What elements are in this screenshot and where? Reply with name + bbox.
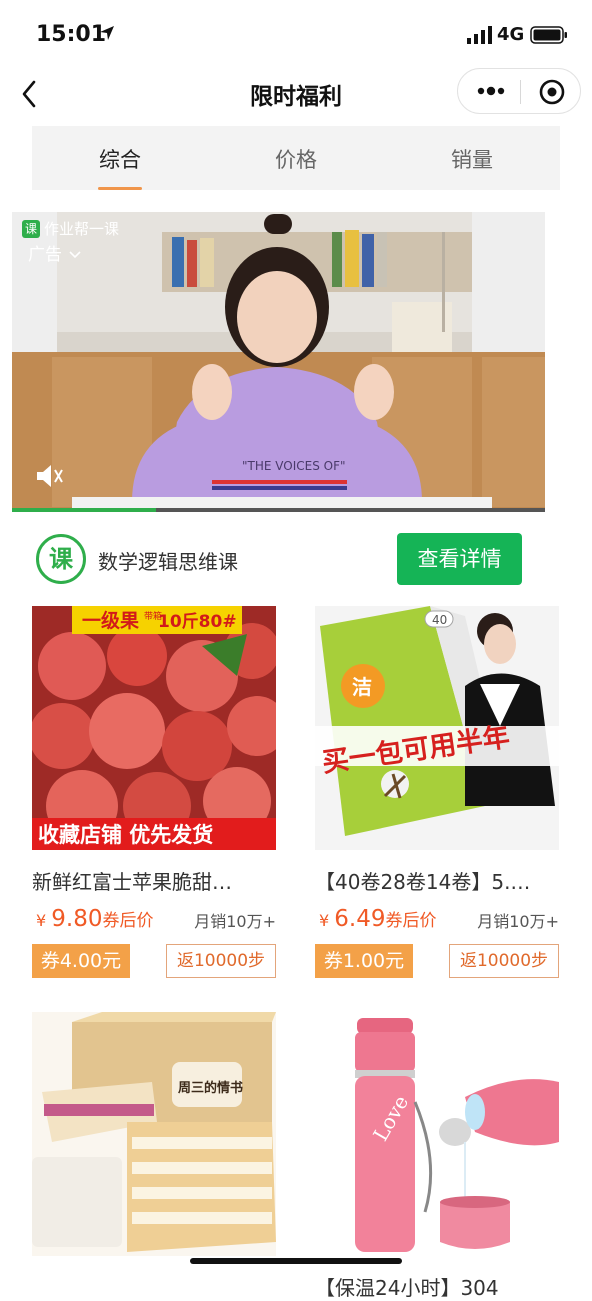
thermos-image: Love [315,1012,559,1256]
product-price: ¥ 6.49券后价 [319,906,437,932]
product-card[interactable]: Love 【保温24小时】304 [315,1012,559,1300]
capsule-divider [520,80,521,104]
price-value: 9.80 [51,906,103,932]
tab-comprehensive[interactable]: 综合 [32,126,208,190]
sort-tabs: 综合 价格 销量 [32,126,560,190]
product-card[interactable]: 周三的情书 [32,1012,276,1256]
price-label: 券后价 [385,911,437,931]
tab-price[interactable]: 价格 [208,126,384,190]
product-image: 一级果 带箱 10斤80# 收藏店铺 优先发货 [32,606,276,850]
ad-label-text: 广告 [28,245,62,265]
coupon-badge: 券4.00元 [32,944,130,978]
shirt-text: "THE VOICES OF" [242,459,346,473]
ad-name: 数学逻辑思维课 [98,550,238,574]
box-brand-text: 周三的情书 [178,1080,243,1096]
signal-icon [467,26,492,44]
chevron-down-icon [69,251,81,259]
video-progress-bar[interactable] [12,508,545,512]
network-type: 4G [497,24,525,45]
steps-reward-badge: 返10000步 [449,944,559,978]
apple-image: 一级果 带箱 10斤80# 收藏店铺 优先发货 [32,606,276,850]
product-price: ¥ 9.80券后价 [36,906,154,932]
product-image: 40 洁 买一包可用半年 [315,606,559,850]
ad-logo: 课 [36,534,86,584]
price-value: 6.49 [334,906,386,932]
coupon-badge: 券1.00元 [315,944,413,978]
brand-logo-text: 洁 [352,675,372,699]
video-ad[interactable]: "THE VOICES OF" 课 作业帮一课 广告 [12,212,545,512]
product-image: Love [315,1012,559,1256]
status-time: 15:01 [36,22,107,47]
banner-text-1: 一级果 [82,609,139,632]
brand-logo-icon: 课 [22,219,40,238]
ad-brand-name: 作业帮一课 [44,220,120,238]
battery-icon [530,26,567,44]
currency-symbol: ¥ [36,911,47,930]
tab-sales[interactable]: 销量 [384,126,560,190]
close-target-icon[interactable] [538,78,566,106]
nav-bar: 限时福利 [0,66,592,122]
ad-brand: 课 作业帮一课 [22,218,119,239]
bread-image: 周三的情书 [32,1012,276,1256]
mini-program-capsule [457,68,581,114]
video-progress-fill [12,508,156,512]
product-card[interactable]: 40 洁 买一包可用半年 【40卷28卷14卷】5.… ¥ 6.49券后价 月销… [315,606,559,978]
product-image: 周三的情书 [32,1012,276,1256]
monthly-sales: 月销10万+ [194,912,276,931]
monthly-sales: 月销10万+ [477,912,559,931]
tissue-image: 40 洁 买一包可用半年 [315,606,559,850]
video-frame: "THE VOICES OF" [12,212,545,512]
currency-symbol: ¥ [319,911,330,930]
home-indicator [190,1258,402,1264]
steps-reward-badge: 返10000步 [166,944,276,978]
status-bar: 15:01 4G [0,0,592,70]
mute-icon[interactable] [34,462,66,490]
banner-text-2: 10斤80# [158,612,237,632]
badge-40: 40 [432,613,447,627]
product-title: 【保温24小时】304 [315,1276,499,1300]
product-card[interactable]: 一级果 带箱 10斤80# 收藏店铺 优先发货 新鲜红富士苹果脆甜… ¥ 9.8… [32,606,276,978]
price-label: 券后价 [102,911,154,931]
location-arrow-icon [100,26,114,40]
product-title: 新鲜红富士苹果脆甜… [32,870,232,894]
ad-bar: 课 数学逻辑思维课 查看详情 [32,530,560,590]
footer-banner-text: 收藏店铺 优先发货 [38,823,213,847]
product-title: 【40卷28卷14卷】5.… [315,870,531,894]
more-icon[interactable] [476,81,506,101]
view-details-button[interactable]: 查看详情 [397,533,522,585]
ad-label[interactable]: 广告 [28,240,81,265]
